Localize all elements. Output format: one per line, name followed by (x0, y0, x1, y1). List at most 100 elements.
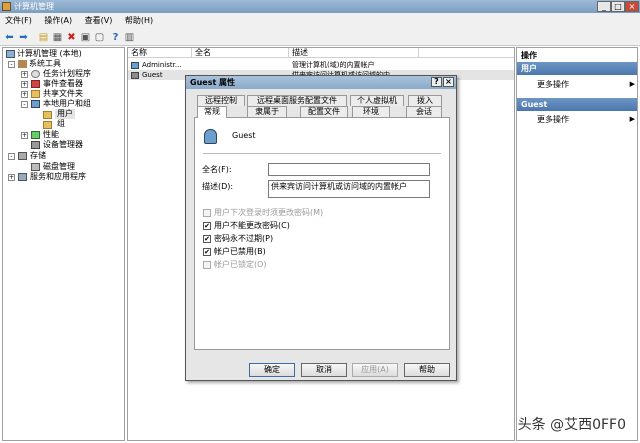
menu-action[interactable]: 操作(A) (39, 13, 77, 29)
cancel-button[interactable]: 取消 (301, 363, 347, 377)
delete-icon[interactable]: ✖ (66, 32, 77, 43)
tree-item-performance[interactable]: 性能 (43, 130, 59, 140)
tree-item-event-viewer[interactable]: 事件查看器 (43, 79, 83, 89)
tree-item-disk-management[interactable]: 磁盘管理 (43, 162, 75, 172)
more-actions-item[interactable]: 更多操作 ▶ (537, 79, 635, 90)
folder-icon (43, 121, 52, 129)
dialog-help-button[interactable]: ? (431, 77, 442, 87)
dialog-title-bar: Guest 属性 ? × (186, 76, 456, 89)
tree-item-task-scheduler[interactable]: 任务计划程序 (43, 69, 91, 79)
divider (203, 153, 441, 154)
menu-help[interactable]: 帮助(H) (120, 13, 158, 29)
window-title: 计算机管理 (14, 2, 54, 11)
tab-sessions[interactable]: 会话 (406, 106, 442, 117)
forward-icon[interactable]: ➡ (18, 32, 29, 43)
fullname-field[interactable] (268, 163, 430, 176)
menu-file[interactable]: 文件(F) (0, 13, 37, 29)
disabled-user-icon (131, 72, 139, 79)
row-name: Administr... (142, 61, 182, 69)
tree-item-root[interactable]: 计算机管理 (本地) (17, 49, 82, 59)
expand-event-viewer[interactable]: + (21, 81, 28, 88)
tree-item-shared-folders[interactable]: 共享文件夹 (43, 89, 83, 99)
more-actions-label: 更多操作 (537, 115, 569, 124)
help-icon[interactable]: ? (110, 32, 121, 43)
minimize-button[interactable]: _ (597, 1, 611, 12)
menu-view[interactable]: 查看(V) (80, 13, 118, 29)
up-folder-icon[interactable]: ▤ (38, 32, 49, 43)
user-icon (131, 62, 139, 69)
expand-shared-folders[interactable]: + (21, 91, 28, 98)
expand-performance[interactable]: + (21, 132, 28, 139)
export-list-icon[interactable]: ▢ (94, 32, 105, 43)
checkbox-label: 帐户已锁定(O) (214, 260, 267, 269)
tab-profile[interactable]: 配置文件 (300, 106, 348, 117)
password-never-expires-checkbox[interactable]: ✔ (203, 235, 211, 243)
tab-remote-control[interactable]: 远程控制 (197, 95, 245, 106)
back-icon[interactable]: ⬅ (4, 32, 15, 43)
description-label: 描述(D): (202, 182, 234, 191)
list-header: 名称 全名 描述 (128, 48, 514, 58)
device-icon (31, 141, 40, 149)
dialog-close-button[interactable]: × (443, 77, 454, 87)
watermark: 头条 @艾西0FF0 (517, 417, 626, 433)
submenu-arrow-icon: ▶ (629, 115, 635, 123)
event-icon (31, 80, 40, 88)
table-row[interactable]: Administr... 管理计算机(域)的内置帐户 (128, 60, 514, 70)
show-action-pane-icon[interactable]: ▥ (124, 32, 135, 43)
computer-icon (6, 50, 15, 58)
properties-icon[interactable]: ▣ (80, 32, 91, 43)
services-icon (18, 173, 27, 181)
must-change-password-checkbox[interactable] (203, 209, 211, 217)
account-disabled-checkbox[interactable]: ✔ (203, 248, 211, 256)
tab-dial-in[interactable]: 拨入 (408, 95, 442, 106)
show-hide-tree-icon[interactable]: ▦ (52, 32, 63, 43)
tree-item-local-users-groups[interactable]: 本地用户和组 (43, 99, 91, 109)
tab-general[interactable]: 常规 (197, 106, 227, 118)
expand-services[interactable]: + (8, 174, 15, 181)
actions-section-header[interactable]: 用户 (517, 62, 637, 75)
checkbox-label: 用户不能更改密码(C) (214, 221, 290, 230)
row-name: Guest (142, 71, 163, 79)
tree-item-device-manager[interactable]: 设备管理器 (43, 140, 83, 150)
tab-member-of[interactable]: 隶属于 (247, 106, 287, 117)
tree-item-groups[interactable]: 组 (57, 119, 65, 129)
ok-button[interactable]: 确定 (249, 363, 295, 377)
column-fullname[interactable]: 全名 (192, 48, 289, 58)
console-tree: 计算机管理 (本地) - 系统工具 + 任务计划程序 + 事件查看器 + 共享文… (2, 47, 125, 441)
tools-icon (18, 60, 27, 68)
apply-button[interactable]: 应用(A) (352, 363, 398, 377)
collapse-system-tools[interactable]: - (8, 61, 15, 68)
actions-pane: 操作 用户 更多操作 ▶ Guest 更多操作 ▶ (516, 47, 638, 441)
menu-bar: 文件(F) 操作(A) 查看(V) 帮助(H) (0, 13, 640, 29)
dialog-title: Guest 属性 (190, 78, 236, 87)
clock-icon (31, 70, 40, 78)
tab-personal-vm[interactable]: 个人虚拟机 (350, 95, 404, 106)
collapse-local-users[interactable]: - (21, 101, 28, 108)
checkbox-label: 密码永不过期(P) (214, 234, 274, 243)
tab-rds-profile[interactable]: 远程桌面服务配置文件 (247, 95, 347, 106)
disk-icon (31, 163, 40, 171)
row-description: 管理计算机(域)的内置帐户 (292, 61, 375, 69)
collapse-storage[interactable]: - (8, 153, 15, 160)
tree-item-system-tools[interactable]: 系统工具 (29, 59, 61, 69)
more-actions-label: 更多操作 (537, 80, 569, 89)
cannot-change-password-checkbox[interactable]: ✔ (203, 222, 211, 230)
column-name[interactable]: 名称 (128, 48, 192, 58)
guest-properties-dialog: Guest 属性 ? × 远程控制 远程桌面服务配置文件 个人虚拟机 拨入 常规… (185, 75, 457, 381)
more-actions-item[interactable]: 更多操作 ▶ (537, 114, 635, 125)
actions-section-header[interactable]: Guest (517, 98, 637, 111)
tree-item-users[interactable]: 用户 (55, 109, 75, 119)
maximize-button[interactable]: □ (611, 1, 625, 12)
description-field[interactable]: 供来宾访问计算机或访问域的内置帐户 (268, 180, 430, 198)
window-title-bar: 计算机管理 _ □ × (0, 0, 640, 13)
tree-item-storage[interactable]: 存储 (30, 151, 46, 161)
tab-environment[interactable]: 环境 (352, 106, 390, 117)
column-description[interactable]: 描述 (289, 48, 419, 58)
checkbox-label: 用户下次登录时须更改密码(M) (214, 208, 324, 217)
folder-icon (31, 90, 40, 98)
tree-item-services-apps[interactable]: 服务和应用程序 (30, 172, 86, 182)
account-locked-checkbox[interactable] (203, 261, 211, 269)
close-window-button[interactable]: × (625, 1, 639, 12)
expand-task-scheduler[interactable]: + (21, 71, 28, 78)
help-button[interactable]: 帮助 (404, 363, 450, 377)
